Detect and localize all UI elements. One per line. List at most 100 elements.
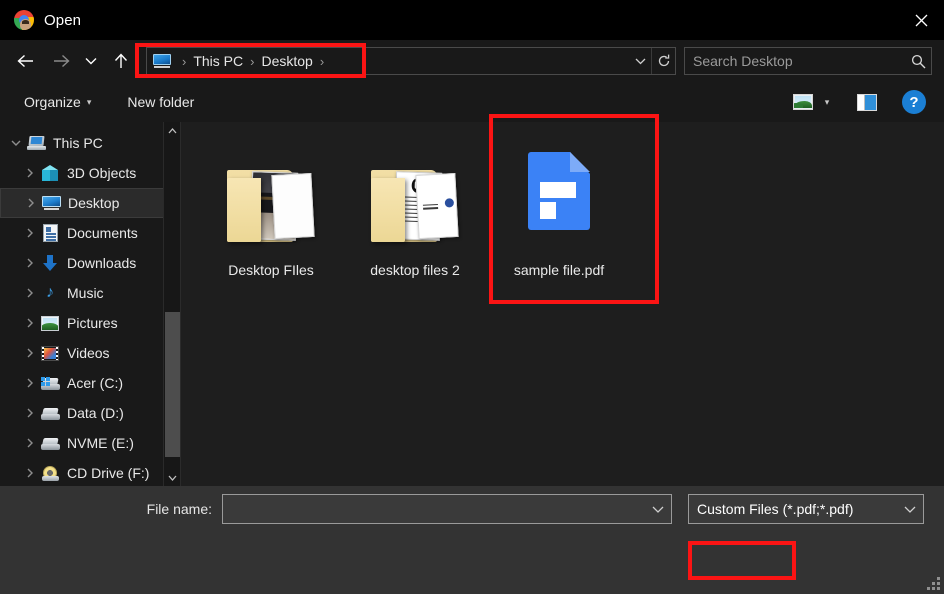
sidebar-item-this-pc[interactable]: This PC (0, 128, 180, 158)
windows-drive-icon (40, 374, 60, 392)
file-name-label: sample file.pdf (514, 262, 604, 278)
recent-locations-chevron-down-icon[interactable] (80, 46, 102, 76)
title-bar: Open (0, 0, 944, 40)
breadcrumb: › This PC › Desktop › (147, 53, 629, 69)
videos-icon (40, 344, 60, 362)
sidebar-item-label: Pictures (67, 315, 118, 331)
file-name-label: desktop files 2 (370, 262, 460, 278)
3d-objects-icon (40, 164, 60, 182)
chevron-right-icon[interactable] (20, 348, 40, 358)
open-file-dialog: Open › This PC › Desktop (0, 0, 944, 594)
file-name-combobox[interactable] (222, 494, 672, 524)
folder-document-preview-icon (365, 148, 465, 254)
chrome-logo-icon (14, 10, 34, 30)
sidebar-item-label: Downloads (67, 255, 136, 271)
search-input[interactable] (685, 53, 905, 69)
new-folder-label: New folder (127, 94, 194, 110)
new-folder-button[interactable]: New folder (119, 88, 202, 116)
search-box[interactable] (684, 47, 932, 75)
organize-button[interactable]: Organize ▾ (16, 88, 99, 116)
sidebar-item-acer-c[interactable]: Acer (C:) (0, 368, 180, 398)
scrollbar-thumb[interactable] (165, 312, 180, 457)
file-type-filter-dropdown[interactable]: Custom Files (*.pdf;*.pdf) (688, 494, 924, 524)
chevron-right-icon[interactable] (20, 468, 40, 478)
file-item-desktop-files[interactable]: Desktop FIles (199, 132, 343, 307)
chevron-right-icon[interactable] (20, 288, 40, 298)
dialog-body: This PC 3D Objects Desktop (0, 122, 944, 486)
sidebar-item-3d-objects[interactable]: 3D Objects (0, 158, 180, 188)
view-options-chevron-down-icon[interactable]: ▾ (816, 97, 838, 108)
help-button[interactable]: ? (902, 90, 926, 114)
this-pc-icon (153, 54, 171, 68)
address-breadcrumb-bar[interactable]: › This PC › Desktop › (146, 47, 676, 75)
file-name-label: Desktop FIles (228, 262, 314, 278)
pictures-icon (40, 314, 60, 332)
scroll-down-icon[interactable] (164, 469, 180, 486)
breadcrumb-segment-this-pc[interactable]: This PC (193, 53, 243, 69)
sidebar-item-pictures[interactable]: Pictures (0, 308, 180, 338)
downloads-icon (40, 254, 60, 272)
drive-icon (40, 404, 60, 422)
chevron-down-icon[interactable] (6, 140, 26, 147)
sidebar-item-label: This PC (53, 135, 103, 151)
chevron-right-icon[interactable] (20, 258, 40, 268)
change-view-icon[interactable] (790, 91, 816, 113)
close-button[interactable] (898, 0, 944, 40)
this-pc-icon (26, 134, 46, 152)
chevron-right-icon[interactable] (20, 378, 40, 388)
up-one-level-icon[interactable] (106, 46, 136, 76)
sidebar-item-label: 3D Objects (67, 165, 136, 181)
sidebar-item-downloads[interactable]: Downloads (0, 248, 180, 278)
desktop-icon (41, 194, 61, 212)
refresh-icon[interactable] (651, 48, 675, 74)
folder-photo-preview-icon (221, 148, 321, 254)
dialog-footer: File name: Custom Files (*.pdf;*.pdf) Op… (0, 486, 944, 594)
sidebar-item-nvme-e[interactable]: NVME (E:) (0, 428, 180, 458)
preview-pane-icon[interactable] (852, 94, 882, 111)
sidebar-item-label: Videos (67, 345, 110, 361)
file-name-input[interactable] (223, 501, 645, 517)
scroll-up-icon[interactable] (164, 122, 180, 139)
sidebar-item-videos[interactable]: Videos (0, 338, 180, 368)
music-icon: ♪ (40, 284, 60, 302)
toolbar-right-group: ▾ ? (790, 90, 926, 114)
search-icon[interactable] (905, 54, 931, 69)
file-grid: Desktop FIles (181, 122, 944, 307)
window-title: Open (44, 12, 81, 29)
sidebar-item-label: Music (67, 285, 104, 301)
sidebar-item-desktop[interactable]: Desktop (0, 188, 180, 218)
command-toolbar: Organize ▾ New folder ▾ ? (0, 82, 944, 122)
chevron-down-icon[interactable] (645, 506, 671, 513)
chevron-right-icon[interactable] (20, 438, 40, 448)
file-list-pane[interactable]: Desktop FIles (180, 122, 944, 486)
sidebar-item-label: NVME (E:) (67, 435, 134, 451)
sidebar-item-label: Acer (C:) (67, 375, 123, 391)
back-icon[interactable] (10, 46, 40, 76)
chevron-right-icon[interactable] (20, 318, 40, 328)
chevron-right-icon[interactable] (20, 168, 40, 178)
breadcrumb-separator[interactable]: › (320, 54, 324, 69)
chevron-right-icon[interactable] (21, 198, 41, 208)
navigation-sidebar: This PC 3D Objects Desktop (0, 122, 180, 486)
chevron-right-icon[interactable] (20, 408, 40, 418)
sidebar-scrollbar[interactable] (163, 122, 180, 486)
pdf-file-icon (509, 148, 609, 254)
chevron-right-icon[interactable] (20, 228, 40, 238)
documents-icon (40, 224, 60, 242)
drive-icon (40, 434, 60, 452)
address-dropdown-chevron-down-icon[interactable] (629, 48, 651, 74)
file-item-sample-file-pdf[interactable]: sample file.pdf (487, 132, 631, 307)
sidebar-item-label: Desktop (68, 195, 119, 211)
forward-icon[interactable] (46, 46, 76, 76)
file-item-desktop-files-2[interactable]: desktop files 2 (343, 132, 487, 307)
sidebar-item-data-d[interactable]: Data (D:) (0, 398, 180, 428)
cd-drive-icon (40, 464, 60, 482)
navigation-bar: › This PC › Desktop › (0, 40, 944, 82)
sidebar-item-documents[interactable]: Documents (0, 218, 180, 248)
sidebar-item-cd-drive-f[interactable]: CD Drive (F:) (0, 458, 180, 486)
file-type-filter-value: Custom Files (*.pdf;*.pdf) (689, 501, 897, 517)
breadcrumb-segment-desktop[interactable]: Desktop (261, 53, 312, 69)
sidebar-item-music[interactable]: ♪ Music (0, 278, 180, 308)
chevron-down-icon[interactable] (897, 506, 923, 513)
resize-grip-icon[interactable] (928, 578, 940, 590)
